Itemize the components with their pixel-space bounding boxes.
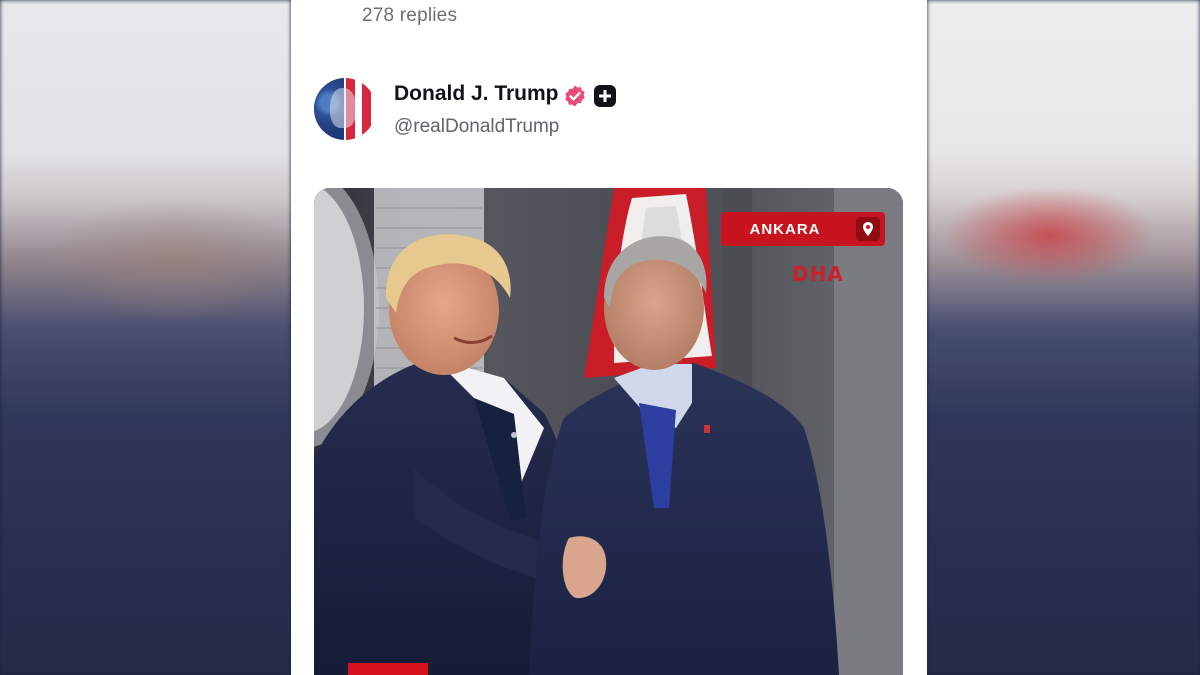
blurred-background-left: [0, 0, 291, 675]
author-handle[interactable]: @realDonaldTrump: [394, 116, 559, 138]
screen: 278 replies Donald J. Trump @realDonaldT…: [0, 0, 1200, 675]
post-video[interactable]: ANKARA DHA: [314, 188, 903, 675]
video-progress-marker: [348, 663, 428, 675]
author-name[interactable]: Donald J. Trump: [394, 82, 559, 106]
blurred-background-right: [927, 0, 1200, 675]
plus-badge-icon: [594, 85, 616, 107]
replies-count[interactable]: 278 replies: [362, 5, 457, 27]
location-overlay: ANKARA: [721, 212, 885, 246]
location-pin-icon: [856, 217, 880, 241]
verified-icon: [565, 85, 585, 107]
location-label: ANKARA: [749, 220, 821, 238]
avatar[interactable]: [314, 78, 376, 140]
post-card: 278 replies Donald J. Trump @realDonaldT…: [291, 0, 927, 675]
watermark-logo: DHA: [792, 262, 844, 286]
